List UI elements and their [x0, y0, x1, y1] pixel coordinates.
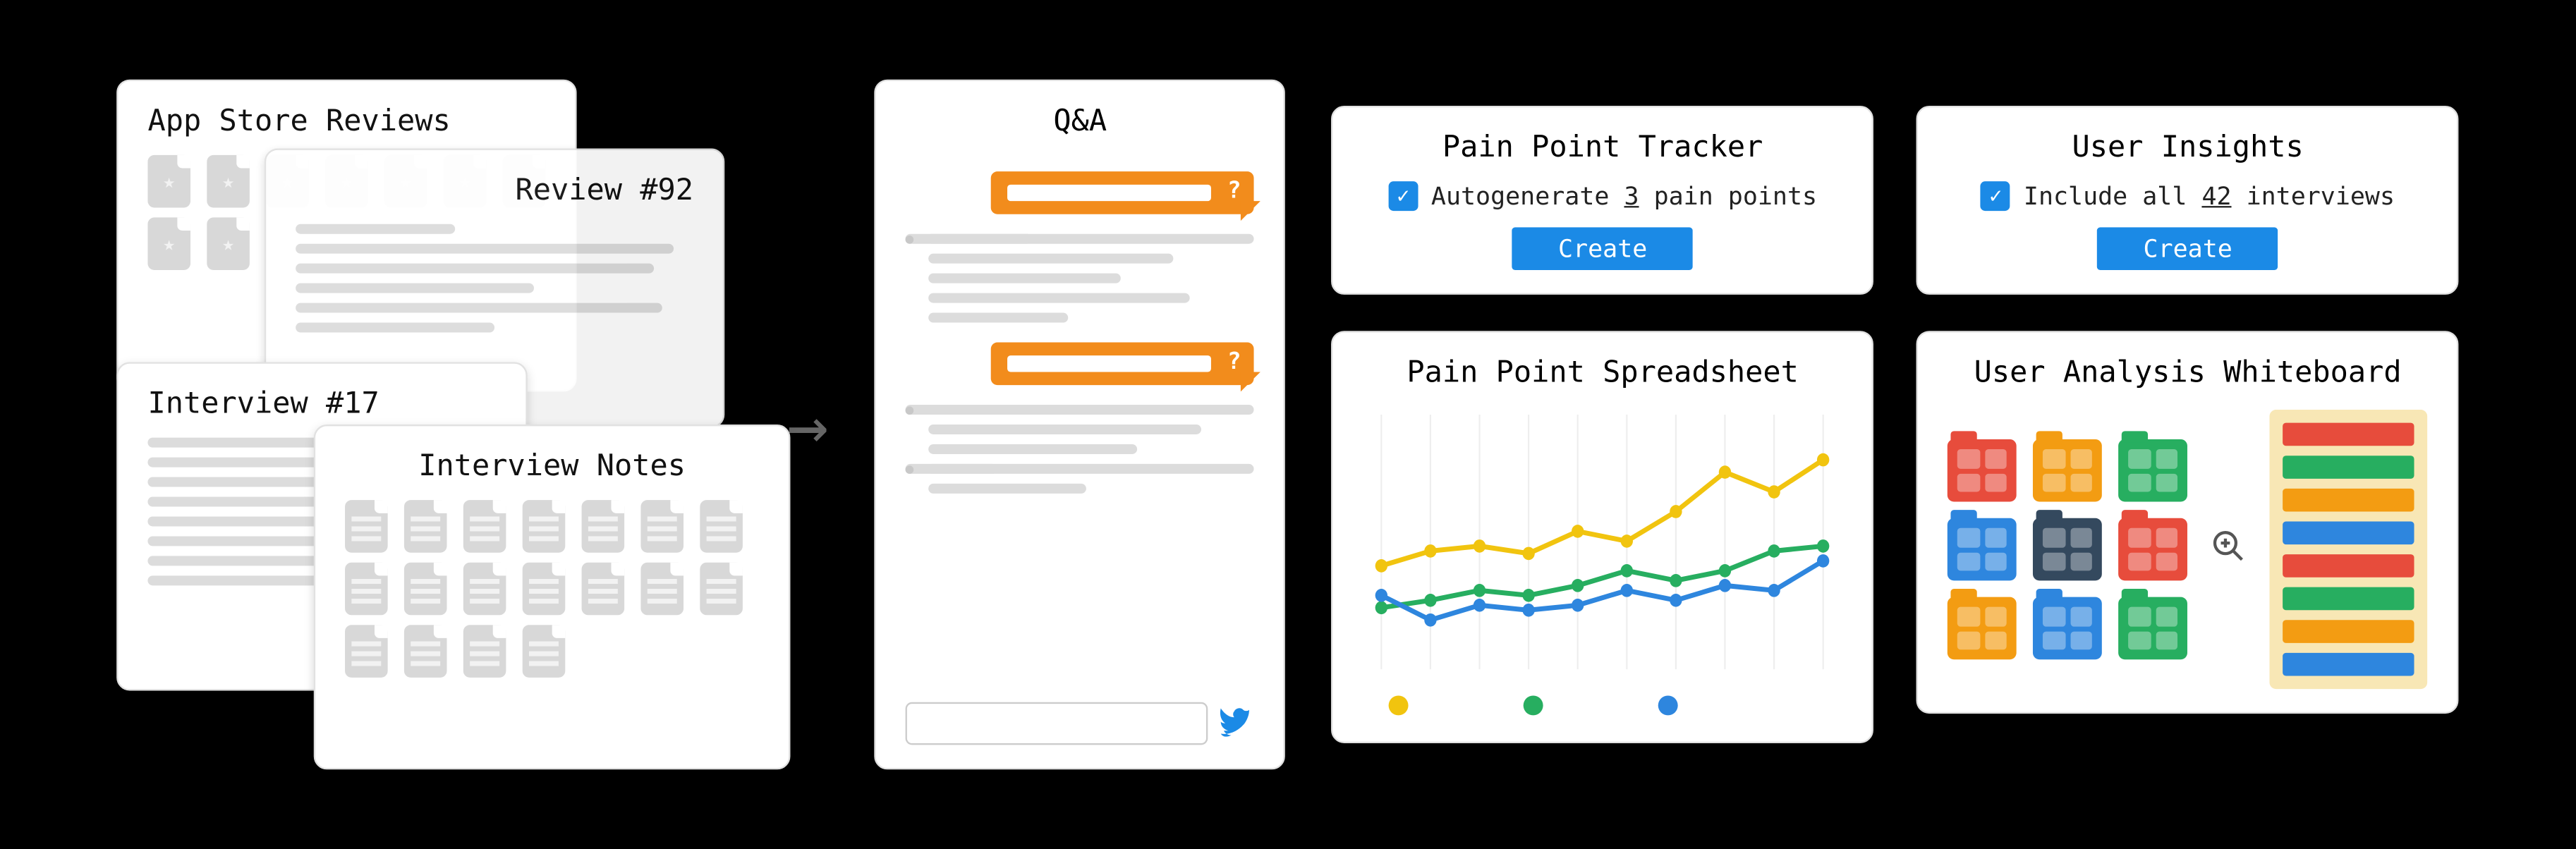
qa-card: Q&A ? ?	[875, 80, 1286, 770]
review-file-icon	[207, 155, 250, 208]
folder-blue-icon	[1948, 518, 2017, 581]
note-file-icon	[641, 563, 684, 616]
note-file-icon	[404, 563, 447, 616]
review-file-icon	[148, 155, 191, 208]
placeholder-text-lines	[296, 224, 693, 333]
pain-point-line-chart	[1373, 406, 1833, 719]
qa-title: Q&A	[906, 104, 1255, 139]
note-file-icon	[404, 625, 447, 678]
folder-green-icon	[2119, 597, 2188, 660]
note-file-icon	[523, 563, 566, 616]
note-file-icon	[345, 500, 388, 553]
answer-block	[906, 395, 1255, 503]
folder-green-icon	[2119, 439, 2188, 502]
question-bubble: ?	[992, 171, 1255, 214]
note-file-icon	[700, 563, 743, 616]
qa-input-field[interactable]	[906, 702, 1209, 745]
folder-red-icon	[2119, 518, 2188, 581]
stacked-bar	[2283, 456, 2414, 479]
note-file-icon	[463, 625, 506, 678]
card-title: Pain Point Tracker	[1363, 130, 1842, 165]
note-file-icon	[523, 625, 566, 678]
note-file-icon	[345, 563, 388, 616]
note-file-icon	[523, 500, 566, 553]
bar-stack	[2271, 410, 2429, 689]
stacked-bar	[2283, 587, 2414, 611]
card-title: Interview Notes	[345, 449, 759, 484]
question-bubble: ?	[992, 343, 1255, 386]
legend-dot-green	[1524, 695, 1544, 715]
note-file-icon	[345, 625, 388, 678]
review-file-icon	[207, 217, 250, 270]
folder-blue-icon	[2034, 597, 2103, 660]
answer-block	[906, 224, 1255, 333]
note-file-icon	[582, 500, 625, 553]
create-button[interactable]: Create	[1512, 227, 1693, 270]
stacked-bar	[2283, 423, 2414, 446]
stacked-bar	[2283, 489, 2414, 512]
interview-notes-card: Interview Notes	[314, 424, 791, 769]
stacked-bar	[2283, 653, 2414, 676]
pain-point-spreadsheet-card: Pain Point Spreadsheet	[1332, 331, 1874, 743]
chart-legend	[1390, 695, 1679, 715]
note-file-icon	[463, 500, 506, 553]
card-title: App Store Reviews	[148, 104, 546, 139]
user-analysis-whiteboard-card: User Analysis Whiteboard	[1917, 331, 2460, 714]
arrow-right-icon: →	[787, 384, 829, 465]
note-file-icon	[404, 500, 447, 553]
note-file-icon	[641, 500, 684, 553]
checkbox-label: Autogenerate 3 pain points	[1431, 181, 1817, 211]
legend-dot-blue	[1659, 695, 1679, 715]
note-file-icon	[582, 563, 625, 616]
stacked-bar	[2283, 620, 2414, 643]
folder-red-icon	[1948, 439, 2017, 502]
note-file-icon	[700, 500, 743, 553]
card-title: User Insights	[1948, 130, 2428, 165]
include-all-checkbox[interactable]: ✓	[1981, 181, 2011, 211]
card-title: User Analysis Whiteboard	[1948, 355, 2428, 390]
create-button[interactable]: Create	[2098, 227, 2278, 270]
stacked-bar	[2283, 521, 2414, 544]
note-file-icon	[463, 563, 506, 616]
stacked-bar	[2283, 554, 2414, 578]
pain-point-tracker-card: Pain Point Tracker ✓ Autogenerate 3 pain…	[1332, 106, 1874, 295]
folder-orange-icon	[1948, 597, 2017, 660]
send-bird-icon[interactable]	[1218, 703, 1254, 744]
folder-grid	[1948, 439, 2188, 659]
magnify-icon[interactable]	[2211, 527, 2247, 572]
input-documents-pile: App Store Reviews Review #92 Interview	[117, 80, 741, 770]
card-title: Review #92	[296, 173, 693, 208]
review-file-icon	[148, 217, 191, 270]
checkbox-label: Include all 42 interviews	[2024, 181, 2395, 211]
legend-dot-yellow	[1390, 695, 1409, 715]
user-insights-card: User Insights ✓ Include all 42 interview…	[1917, 106, 2460, 295]
folder-navy-icon	[2034, 518, 2103, 581]
card-title: Pain Point Spreadsheet	[1363, 355, 1842, 390]
card-title: Interview #17	[148, 386, 497, 421]
folder-orange-icon	[2034, 439, 2103, 502]
autogenerate-checkbox[interactable]: ✓	[1389, 181, 1418, 211]
